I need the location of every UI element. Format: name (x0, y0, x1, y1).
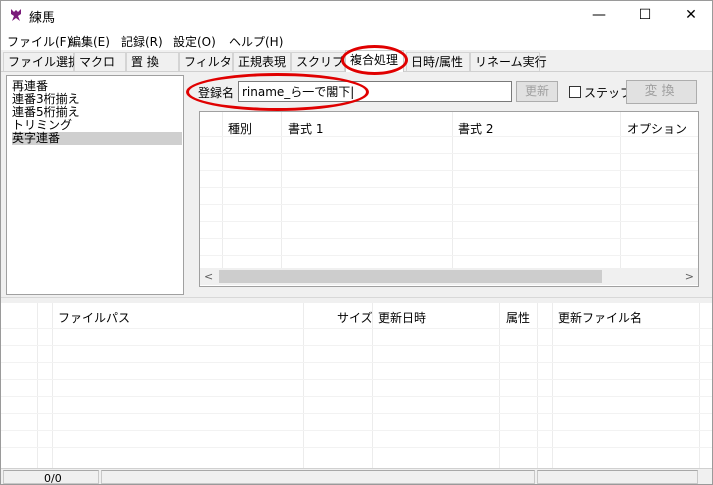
status-pane-message (101, 470, 535, 484)
rule-col-format1[interactable]: 書式 1 (288, 120, 323, 137)
window-title: 練馬 (29, 11, 56, 26)
tab-rename-exec[interactable]: リネーム実行 (470, 52, 547, 71)
tab-file-select[interactable]: ファイル選択 (3, 52, 80, 71)
tab-composite[interactable]: 複合処理 (345, 50, 404, 72)
tab-bar: ファイル選択 マクロ 置 換 フィルタ 正規表現 スクリプト 複合処理 日時/属… (1, 50, 712, 72)
status-pane-extra (537, 470, 698, 484)
menu-edit[interactable]: 編集(E) (69, 33, 110, 50)
composite-panel: 再連番 連番3桁揃え 連番5桁揃え トリミング 英字連番 登録名 更新 ステップ… (1, 72, 712, 297)
status-pane-count: 0/0 (3, 470, 99, 485)
rule-col-option[interactable]: オプション (627, 120, 687, 137)
menu-file[interactable]: ファイル(F) (7, 33, 71, 50)
step-checkbox[interactable] (569, 86, 581, 98)
rule-col-format2[interactable]: 書式 2 (458, 120, 493, 137)
menu-record[interactable]: 記録(R) (121, 33, 163, 50)
registration-name-label: 登録名 (198, 86, 235, 100)
tab-datetime-attr[interactable]: 日時/属性 (406, 52, 470, 71)
tab-replace[interactable]: 置 換 (126, 52, 179, 71)
update-button[interactable]: 更新 (516, 81, 558, 102)
preset-list[interactable]: 再連番 連番3桁揃え 連番5桁揃え トリミング 英字連番 (6, 75, 184, 295)
scroll-left-icon[interactable]: < (204, 268, 213, 285)
file-col-size[interactable]: サイズ (337, 309, 373, 326)
menu-bar: ファイル(F) 編集(E) 記録(R) 設定(O) ヘルプ(H) (1, 30, 712, 50)
convert-button[interactable]: 変換 (626, 80, 697, 104)
app-icon (11, 9, 21, 21)
registration-name-input[interactable] (238, 81, 512, 102)
preset-item-selected[interactable]: 英字連番 (12, 132, 182, 145)
file-col-path[interactable]: ファイルパス (58, 309, 130, 326)
tab-script[interactable]: スクリプト (291, 52, 356, 71)
file-table[interactable]: ファイルパス サイズ 更新日時 属性 更新ファイル名 (1, 303, 712, 468)
rule-table-hscrollbar[interactable]: < > (200, 268, 698, 285)
file-col-new-name[interactable]: 更新ファイル名 (558, 309, 642, 326)
maximize-button[interactable]: ☐ (622, 1, 668, 30)
close-button[interactable]: ✕ (668, 1, 713, 30)
app-window: 練馬 — ☐ ✕ ファイル(F) 編集(E) 記録(R) 設定(O) ヘルプ(H… (0, 0, 713, 485)
scroll-thumb[interactable] (219, 270, 602, 283)
file-col-modified[interactable]: 更新日時 (378, 309, 426, 326)
rule-col-type[interactable]: 種別 (228, 120, 252, 137)
scroll-right-icon[interactable]: > (685, 268, 694, 285)
title-bar: 練馬 — ☐ ✕ (1, 1, 712, 30)
status-bar: 0/0 (1, 468, 712, 485)
menu-settings[interactable]: 設定(O) (173, 33, 216, 50)
tab-macro[interactable]: マクロ (74, 52, 126, 71)
menu-help[interactable]: ヘルプ(H) (229, 33, 283, 50)
tab-regex[interactable]: 正規表現 (233, 52, 291, 71)
file-col-attr[interactable]: 属性 (506, 309, 530, 326)
file-count: 0/0 (44, 472, 62, 485)
step-label: ステップ (584, 86, 633, 100)
rule-table[interactable]: 種別 書式 1 書式 2 オプション < > (199, 111, 699, 287)
minimize-button[interactable]: — (576, 1, 622, 30)
tab-filter[interactable]: フィルタ (179, 52, 233, 71)
